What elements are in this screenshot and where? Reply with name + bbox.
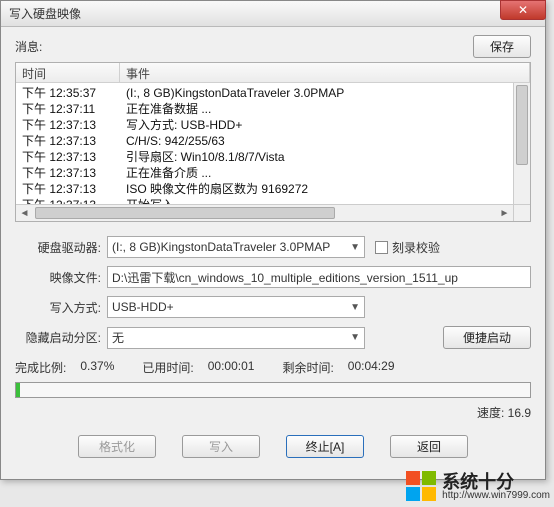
row-hide: 隐藏启动分区: 无 ▼ 便捷启动 xyxy=(15,326,531,349)
scroll-left-icon[interactable]: ◄ xyxy=(16,205,33,222)
log-event: ISO 映像文件的扇区数为 9169272 xyxy=(126,181,524,197)
log-time: 下午 12:37:13 xyxy=(22,165,126,181)
log-row[interactable]: 下午 12:37:11正在准备数据 ... xyxy=(16,101,530,117)
form-area: 硬盘驱动器: (I:, 8 GB)KingstonDataTraveler 3.… xyxy=(15,236,531,458)
client-area: 消息: 保存 时间 事件 下午 12:35:37(I:, 8 GB)Kingst… xyxy=(1,27,545,468)
log-row[interactable]: 下午 12:37:13C/H/S: 942/255/63 xyxy=(16,133,530,149)
log-event: 引导扇区: Win10/8.1/8/7/Vista xyxy=(126,149,524,165)
elapsed-label: 已用时间: xyxy=(142,359,193,376)
speed-label: 速度: xyxy=(477,406,504,420)
log-event: 正在准备介质 ... xyxy=(126,165,524,181)
log-row[interactable]: 下午 12:37:13正在准备介质 ... xyxy=(16,165,530,181)
row-drive: 硬盘驱动器: (I:, 8 GB)KingstonDataTraveler 3.… xyxy=(15,236,531,258)
convenient-boot-button[interactable]: 便捷启动 xyxy=(443,326,531,349)
scrollbar-horizontal[interactable]: ◄ ► xyxy=(16,204,513,221)
chevron-down-icon: ▼ xyxy=(350,302,360,313)
image-label: 映像文件: xyxy=(15,269,107,286)
scroll-right-icon[interactable]: ► xyxy=(496,205,513,222)
scroll-thumb-h[interactable] xyxy=(35,207,335,219)
log-event: 正在准备数据 ... xyxy=(126,101,524,117)
checkbox-box xyxy=(375,241,388,254)
watermark-text: 系统十分 http://www.win7999.com xyxy=(442,473,550,501)
scroll-track-h[interactable] xyxy=(33,205,496,221)
drive-label: 硬盘驱动器: xyxy=(15,239,107,256)
button-row: 格式化 写入 终止[A] 返回 xyxy=(15,431,531,458)
elapsed-value: 00:00:01 xyxy=(208,359,255,376)
log-event: C/H/S: 942/255/63 xyxy=(126,133,524,149)
progress-bar xyxy=(15,382,531,398)
remain-value: 00:04:29 xyxy=(348,359,395,376)
watermark-logo-icon xyxy=(406,471,436,501)
progress-fill xyxy=(16,383,20,397)
log-time: 下午 12:37:11 xyxy=(22,101,126,117)
log-row[interactable]: 下午 12:37:13写入方式: USB-HDD+ xyxy=(16,117,530,133)
titlebar[interactable]: 写入硬盘映像 ✕ xyxy=(1,1,545,27)
log-event: 写入方式: USB-HDD+ xyxy=(126,117,524,133)
abort-button[interactable]: 终止[A] xyxy=(286,435,364,458)
close-icon: ✕ xyxy=(518,0,528,23)
image-path-value: D:\迅雷下载\cn_windows_10_multiple_editions_… xyxy=(112,269,458,286)
log-body: 下午 12:35:37(I:, 8 GB)KingstonDataTravele… xyxy=(16,83,530,215)
log-event: (I:, 8 GB)KingstonDataTraveler 3.0PMAP xyxy=(126,85,524,101)
log-time: 下午 12:37:13 xyxy=(22,117,126,133)
drive-select[interactable]: (I:, 8 GB)KingstonDataTraveler 3.0PMAP ▼ xyxy=(107,236,365,258)
log-row[interactable]: 下午 12:37:13ISO 映像文件的扇区数为 9169272 xyxy=(16,181,530,197)
chevron-down-icon: ▼ xyxy=(350,332,360,343)
pct-value: 0.37% xyxy=(80,359,114,376)
log-time: 下午 12:35:37 xyxy=(22,85,126,101)
pct-label: 完成比例: xyxy=(15,359,66,376)
row-mode: 写入方式: USB-HDD+ ▼ xyxy=(15,296,531,318)
log-col-event[interactable]: 事件 xyxy=(120,63,530,82)
watermark-url: http://www.win7999.com xyxy=(442,491,550,501)
hide-select[interactable]: 无 ▼ xyxy=(107,327,365,349)
speed-value: 16.9 xyxy=(508,406,531,420)
write-button[interactable]: 写入 xyxy=(182,435,260,458)
mode-label: 写入方式: xyxy=(15,299,107,316)
progress-text-row: 完成比例: 0.37% 已用时间: 00:00:01 剩余时间: 00:04:2… xyxy=(15,359,531,376)
format-button[interactable]: 格式化 xyxy=(78,435,156,458)
log-header: 时间 事件 xyxy=(16,63,530,83)
back-button[interactable]: 返回 xyxy=(390,435,468,458)
log-col-time[interactable]: 时间 xyxy=(16,63,120,82)
mode-select[interactable]: USB-HDD+ ▼ xyxy=(107,296,365,318)
scroll-thumb-v[interactable] xyxy=(516,85,528,165)
save-button[interactable]: 保存 xyxy=(473,35,531,58)
verify-label: 刻录校验 xyxy=(392,239,440,256)
close-button[interactable]: ✕ xyxy=(500,0,546,20)
message-row: 消息: 保存 xyxy=(15,35,531,58)
hide-label: 隐藏启动分区: xyxy=(15,329,107,346)
remain-label: 剩余时间: xyxy=(282,359,333,376)
log-row[interactable]: 下午 12:37:13引导扇区: Win10/8.1/8/7/Vista xyxy=(16,149,530,165)
log-row[interactable]: 下午 12:35:37(I:, 8 GB)KingstonDataTravele… xyxy=(16,85,530,101)
window-title: 写入硬盘映像 xyxy=(9,7,81,21)
dialog-window: 写入硬盘映像 ✕ 消息: 保存 时间 事件 下午 12:35:37(I:, 8 … xyxy=(0,0,546,480)
speed-row: 速度: 16.9 xyxy=(15,404,531,421)
hide-value: 无 xyxy=(112,329,124,346)
watermark-brand: 系统十分 xyxy=(442,473,514,491)
log-listview[interactable]: 时间 事件 下午 12:35:37(I:, 8 GB)KingstonDataT… xyxy=(15,62,531,222)
log-time: 下午 12:37:13 xyxy=(22,149,126,165)
chevron-down-icon: ▼ xyxy=(350,242,360,253)
drive-value: (I:, 8 GB)KingstonDataTraveler 3.0PMAP xyxy=(112,240,330,254)
row-image: 映像文件: D:\迅雷下载\cn_windows_10_multiple_edi… xyxy=(15,266,531,288)
message-label: 消息: xyxy=(15,38,42,55)
watermark: 系统十分 http://www.win7999.com xyxy=(406,471,550,501)
log-time: 下午 12:37:13 xyxy=(22,133,126,149)
verify-checkbox[interactable]: 刻录校验 xyxy=(375,239,440,256)
log-time: 下午 12:37:13 xyxy=(22,181,126,197)
scroll-corner xyxy=(513,204,530,221)
image-path-field[interactable]: D:\迅雷下载\cn_windows_10_multiple_editions_… xyxy=(107,266,531,288)
scrollbar-vertical[interactable] xyxy=(513,83,530,204)
mode-value: USB-HDD+ xyxy=(112,300,174,314)
